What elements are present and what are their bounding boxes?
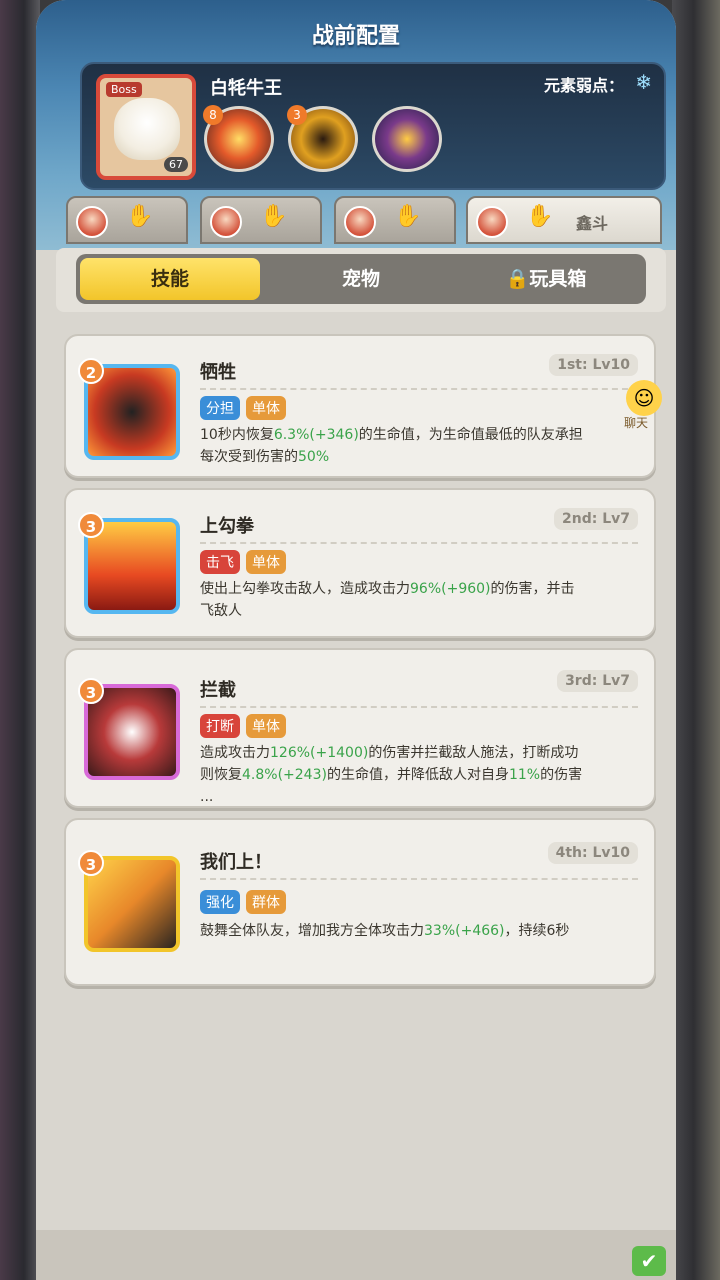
- charge-skill-icon: 3: [78, 850, 180, 952]
- hand-icon: ✋: [526, 204, 554, 229]
- boss-skill-orb-icon[interactable]: [372, 106, 442, 172]
- skill-rank-badge: 3: [78, 512, 104, 538]
- skill-description: 鼓舞全体队友，增加我方全体攻击力33%(+466)，持续6秒: [200, 923, 570, 939]
- skill-card[interactable]: 3 上勾拳 2nd: Lv7 击飞 单体 使出上勾拳攻击敌人，造成攻击力96%(…: [64, 488, 656, 638]
- boss-skill-vortex-icon[interactable]: 3: [287, 105, 358, 172]
- yak-boss-image: [114, 98, 180, 160]
- hero-avatar: [476, 206, 508, 238]
- sacrifice-skill-icon: 2: [78, 358, 180, 460]
- skill-tag: 单体: [246, 714, 286, 738]
- skill-description: 10秒内恢复6.3%(+346)的生命值，为生命值最低的队友承担 每次受到伤害的…: [200, 427, 583, 465]
- boss-portrait[interactable]: Boss 67: [96, 74, 196, 180]
- divider: [200, 706, 638, 708]
- skill-name: 牺牲: [200, 362, 236, 383]
- divider: [200, 388, 638, 390]
- skill-name: 上勾拳: [200, 516, 254, 537]
- page-title: 战前配置: [311, 24, 400, 49]
- skill-rank-badge: 3: [78, 850, 104, 876]
- tab-track: 技能 宠物 🔒玩具箱: [76, 254, 646, 304]
- boss-level-badge: 67: [164, 157, 188, 172]
- weakness-label: 元素弱点：: [543, 76, 624, 95]
- hand-icon: ✋: [126, 204, 154, 229]
- skill-tag: 单体: [246, 550, 286, 574]
- skill-tag: 打断: [200, 714, 240, 738]
- boss-skill-level: 3: [287, 105, 307, 125]
- boss-name: 白牦牛王: [210, 78, 282, 99]
- skill-card[interactable]: 3 拦截 3rd: Lv7 打断 单体 造成攻击力126%(+1400)的伤害并…: [64, 648, 656, 808]
- skill-name: 拦截: [200, 680, 236, 701]
- boss-tag: Boss: [106, 82, 142, 97]
- skill-level-badge: 2nd: Lv7: [554, 508, 638, 530]
- lock-icon: 🔒: [505, 268, 530, 290]
- tab-toybox-label: 玩具箱: [529, 268, 587, 290]
- boss-skill-level: 8: [203, 105, 223, 125]
- skill-level-badge: 3rd: Lv7: [557, 670, 638, 692]
- chat-button[interactable]: ☺ 聊天: [616, 380, 668, 432]
- confirm-check-icon[interactable]: ✔: [632, 1246, 666, 1276]
- skill-tag: 单体: [246, 396, 286, 420]
- game-screen: 战前配置 Boss 67 白牦牛王 元素弱点： ❄ 8 3 ✋ ✋ ✋ ✋ 鑫斗: [36, 0, 676, 1280]
- skill-rank-badge: 3: [78, 678, 104, 704]
- tab-pets[interactable]: 宠物: [276, 254, 446, 304]
- hand-icon: ✋: [394, 204, 422, 229]
- boss-panel: Boss 67 白牦牛王 元素弱点： ❄ 8 3: [80, 62, 666, 190]
- hero-avatar: [344, 206, 376, 238]
- skill-tag: 分担: [200, 396, 240, 420]
- hero-avatar: [76, 206, 108, 238]
- divider: [200, 542, 638, 544]
- phone-frame-left: [0, 0, 40, 1280]
- divider: [200, 878, 638, 880]
- skill-level-badge: 4th: Lv10: [547, 842, 638, 864]
- skill-card[interactable]: 3 我们上！ 4th: Lv10 强化 群体 鼓舞全体队友，增加我方全体攻击力3…: [64, 818, 656, 986]
- bottom-bar: ✔: [36, 1230, 676, 1280]
- hero-tab-1[interactable]: ✋: [66, 196, 188, 244]
- category-tab-bar: 技能 宠物 🔒玩具箱: [56, 248, 666, 312]
- intercept-skill-icon: 3: [78, 678, 180, 780]
- tab-skills[interactable]: 技能: [80, 258, 260, 300]
- skill-rank-badge: 2: [78, 358, 104, 384]
- boss-skill-fire-icon[interactable]: 8: [203, 105, 274, 172]
- phone-frame-right: [672, 0, 720, 1280]
- skill-description: 造成攻击力126%(+1400)的伤害并拦截敌人施法，打断成功 则恢复4.8%(…: [200, 745, 583, 805]
- snowflake-icon: ❄: [635, 70, 652, 94]
- hero-tab-4[interactable]: ✋ 鑫斗: [466, 196, 662, 244]
- tab-toybox[interactable]: 🔒玩具箱: [446, 254, 646, 304]
- hand-icon: ✋: [260, 204, 288, 229]
- hero-tab-label: 鑫斗: [576, 214, 609, 233]
- skill-description: 使出上勾拳攻击敌人，造成攻击力96%(+960)的伤害，并击 飞敌人: [200, 581, 575, 619]
- chat-smiley-icon: ☺: [626, 380, 662, 416]
- skill-tag: 群体: [246, 890, 286, 914]
- skill-level-badge: 1st: Lv10: [549, 354, 638, 376]
- hero-tab-2[interactable]: ✋: [200, 196, 322, 244]
- chat-label: 聊天: [624, 416, 649, 430]
- uppercut-skill-icon: 3: [78, 512, 180, 614]
- skill-card[interactable]: 2 牺牲 1st: Lv10 分担 单体 10秒内恢复6.3%(+346)的生命…: [64, 334, 656, 478]
- hero-tab-3[interactable]: ✋: [334, 196, 456, 244]
- skill-tag: 强化: [200, 890, 240, 914]
- skill-tag: 击飞: [200, 550, 240, 574]
- skill-name: 我们上！: [200, 852, 272, 873]
- hero-avatar: [210, 206, 242, 238]
